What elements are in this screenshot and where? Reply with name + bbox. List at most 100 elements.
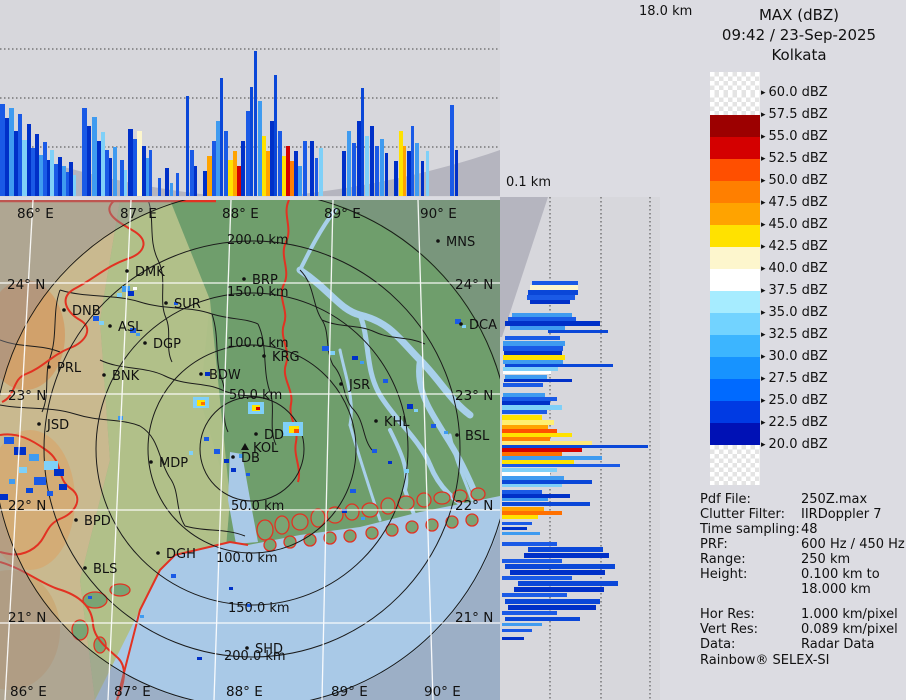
echo-cell	[133, 287, 137, 290]
echo-row	[502, 456, 602, 460]
station-label: BRP	[252, 273, 278, 288]
station-dot-icon	[254, 432, 258, 436]
right-profile-plot	[500, 197, 651, 700]
echo-row	[502, 433, 572, 437]
echo-column	[385, 153, 388, 196]
echo-column	[142, 146, 146, 196]
echo-column	[246, 111, 250, 196]
software-signature: Rainbow® SELEX-SI	[700, 653, 830, 668]
echo-cell	[0, 494, 8, 500]
product-title: MAX (dBZ)	[758, 6, 840, 24]
top-profile-plot	[0, 48, 500, 196]
color-scale-label: ▸ 52.5 dBZ	[761, 151, 828, 166]
radar-map: 86° E 87° E 88° E 89° E 90° E 86° E 87° E 88° E…	[0, 200, 500, 700]
echo-row	[510, 570, 605, 575]
echo-row	[502, 401, 550, 405]
ring-distance-label: 50.0 km	[231, 499, 284, 514]
echo-column	[241, 141, 245, 196]
echo-row	[502, 445, 648, 448]
scale-tick-arrow-icon: ▸	[761, 308, 766, 318]
echo-row	[502, 468, 557, 472]
echo-cell	[171, 574, 176, 578]
color-scale-band	[710, 357, 760, 379]
echo-cell	[231, 468, 236, 472]
scale-tick-arrow-icon: ▸	[761, 440, 766, 450]
echo-row	[502, 415, 542, 420]
echo-row	[502, 484, 562, 487]
station-label: BNK	[112, 369, 140, 384]
echo-row	[505, 599, 600, 604]
scale-value: 20.0 dBZ	[768, 437, 828, 452]
echo-row	[505, 321, 600, 326]
graticule-label: 24° N	[455, 277, 493, 293]
station-dot-icon	[102, 373, 106, 377]
echo-cell	[330, 351, 335, 355]
echo-column	[237, 166, 241, 196]
echo-column	[233, 151, 237, 196]
echo-column	[109, 158, 112, 196]
graticule-label: 87° E	[120, 206, 157, 222]
echo-column	[82, 108, 87, 196]
echo-column	[224, 131, 228, 196]
scale-value: 45.0 dBZ	[768, 217, 828, 232]
station-label: DMK	[135, 265, 165, 280]
metadata-label: Hor Res:	[700, 607, 755, 622]
echo-cell	[88, 596, 92, 599]
scale-value: 52.5 dBZ	[768, 151, 828, 166]
station-label: BSL	[465, 429, 490, 444]
graticule-label: 21° N	[455, 610, 493, 626]
echo-column	[97, 141, 101, 196]
station-dot-icon	[108, 324, 112, 328]
color-scale-band	[710, 423, 760, 445]
echo-column	[365, 136, 369, 196]
right-height-profile-panel	[500, 197, 660, 700]
legend-panel: MAX (dBZ) 09:42 / 23-Sep-2025 Kolkata ▸ 6…	[660, 0, 906, 700]
echo-column	[9, 108, 14, 196]
echo-cell	[4, 437, 14, 444]
radar-station-name: Kolkata	[771, 46, 827, 64]
metadata-label: Time sampling:	[700, 522, 800, 537]
echo-cell	[197, 657, 202, 660]
echo-column	[298, 166, 302, 196]
echo-row	[502, 629, 532, 632]
echo-cell	[26, 488, 33, 493]
scale-value: 37.5 dBZ	[768, 283, 828, 298]
echo-cell	[294, 429, 299, 433]
echo-row	[503, 360, 563, 364]
echo-column	[352, 143, 356, 196]
scale-tick-arrow-icon: ▸	[761, 330, 766, 340]
metadata-row: Range: 250 km	[700, 552, 906, 567]
graticule-label: 22° N	[8, 498, 46, 514]
echo-row	[505, 364, 613, 367]
echo-cell	[99, 321, 104, 325]
metadata-row: Data: Radar Data	[700, 637, 906, 652]
metadata-label: Clutter Filter:	[700, 507, 785, 522]
echo-cell	[229, 587, 233, 590]
scale-tick-arrow-icon: ▸	[761, 396, 766, 406]
scale-value: 22.5 dBZ	[768, 415, 828, 430]
echo-row	[502, 480, 592, 484]
color-scale-label: ▸ 40.0 dBZ	[761, 261, 828, 276]
echo-row	[514, 587, 604, 592]
echo-cell	[19, 467, 27, 473]
ring-distance-label: 150.0 km	[228, 601, 290, 616]
echo-row	[532, 281, 578, 285]
station-dot-icon	[156, 551, 160, 555]
echo-cell	[189, 451, 193, 455]
station-dot-icon	[47, 365, 51, 369]
echo-cell	[14, 447, 26, 455]
station-label: JSR	[348, 378, 370, 393]
metadata-row: Time sampling: 48	[700, 522, 906, 537]
echo-row	[502, 420, 554, 425]
echo-column	[186, 96, 189, 196]
station-dot-icon	[199, 372, 203, 376]
echo-column	[58, 157, 62, 196]
color-scale-label: ▸ 47.5 dBZ	[761, 195, 828, 210]
echo-column	[137, 131, 142, 196]
station-dot-icon	[231, 455, 235, 459]
station-dot-icon	[436, 239, 440, 243]
color-scale-band	[710, 247, 760, 269]
echo-row	[502, 542, 557, 546]
ring-distance-label: 100.0 km	[227, 336, 289, 351]
echo-row	[502, 410, 547, 414]
